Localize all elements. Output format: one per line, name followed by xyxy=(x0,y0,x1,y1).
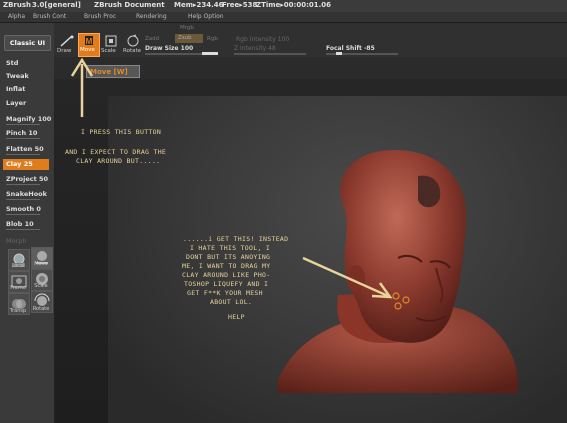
annotation-expect-1: AND I EXPECT TO DRAG THE xyxy=(65,148,167,156)
brush-value: 50 xyxy=(39,175,49,183)
frame-label: Frame xyxy=(10,285,26,291)
draw-size-fill xyxy=(202,52,218,55)
move-tooltip: Move [W] xyxy=(86,65,140,78)
menu-bar: Alpha Brush Cont Brush Proc Rendering He… xyxy=(0,12,567,23)
brush-value: 50 xyxy=(34,145,44,153)
zsub-label: Zsub xyxy=(178,35,192,41)
brush-value: 10 xyxy=(28,129,38,137)
brush-inflat[interactable]: Inflat xyxy=(6,85,25,93)
rotate-mode-icon xyxy=(127,34,139,47)
brush-value: 100 xyxy=(37,115,52,123)
annotation-instead-2: I HATE THIS TOOL, I xyxy=(190,244,271,252)
zadd-button[interactable]: Zadd xyxy=(145,36,159,42)
brush-pinch[interactable]: Pinch 10 xyxy=(6,129,40,139)
brush-label: Inflat xyxy=(6,85,26,93)
annotation-instead-4: ME, I WANT TO DRAG MY xyxy=(182,262,271,270)
brush-label: Layer xyxy=(6,99,27,107)
free-readout: Free▸538 xyxy=(222,1,258,9)
annotation-instead-8: ABOUT LOL. xyxy=(210,298,253,306)
mem-readout: Mem▸234.46 xyxy=(174,1,224,9)
document-viewport[interactable] xyxy=(108,96,567,423)
brush-value: 0 xyxy=(36,205,41,213)
rotate-label: Rotate xyxy=(32,306,50,312)
annotation-help: HELP xyxy=(228,313,245,321)
z-intensity-track[interactable] xyxy=(234,53,306,55)
mrgb-button[interactable]: Mrgb xyxy=(180,25,194,31)
brush-smooth[interactable]: Smooth 0 xyxy=(6,205,41,215)
move-mode-button[interactable]: M Move xyxy=(78,33,100,57)
app-version: 3.0[general] xyxy=(32,1,81,9)
menu-brush-cont[interactable]: Brush Cont xyxy=(33,13,66,20)
brush-label: Std xyxy=(6,59,19,67)
menu-alpha[interactable]: Alpha xyxy=(8,13,25,20)
rgb-button[interactable]: Rgb xyxy=(207,36,218,42)
menu-brush-proc[interactable]: Brush Proc xyxy=(84,13,116,20)
document-name: ZBrush Document xyxy=(94,1,165,9)
brush-label: Smooth xyxy=(6,205,35,213)
annotation-instead-5: CLAY AROUND LIKE PHO- xyxy=(182,271,271,279)
brush-label: Blob xyxy=(6,220,23,228)
brush-value: 10 xyxy=(24,220,34,228)
scale-mode-icon xyxy=(105,35,117,47)
brush-zproject[interactable]: ZProject 50 xyxy=(6,175,49,185)
move-label: Move xyxy=(34,261,48,267)
brush-tweak[interactable]: Tweak xyxy=(6,72,29,80)
move-mode-label: Move xyxy=(80,47,95,53)
draw-label: Draw xyxy=(57,48,72,54)
brush-blob[interactable]: Blob 10 xyxy=(6,220,40,230)
scale-mode-label: Scale xyxy=(101,48,116,54)
app-name: ZBrush xyxy=(3,1,31,9)
brush-label: Pinch xyxy=(6,129,27,137)
brush-label: Clay xyxy=(6,160,22,168)
brush-std[interactable]: Std xyxy=(6,59,18,67)
brush-clay[interactable]: Clay 25 xyxy=(3,159,49,170)
annotation-expect-2: CLAY AROUND BUT..... xyxy=(76,157,161,165)
rgb-intensity-slider[interactable]: Rgb Intensity 100 xyxy=(236,36,289,43)
brush-layer[interactable]: Layer xyxy=(6,99,26,107)
annotation-instead-3: DONT BUT ITS ANOYING xyxy=(186,253,271,261)
left-tool-panel: Classic UI Std Tweak Inflat Layer Magnif… xyxy=(0,23,55,423)
svg-text:M: M xyxy=(86,37,93,46)
local-label: Local xyxy=(11,263,25,269)
zsub-button[interactable]: Zsub xyxy=(175,34,203,43)
draw-icon xyxy=(60,35,74,47)
brush-label: Flatten xyxy=(6,145,33,153)
draw-size-slider[interactable]: Draw Size 100 xyxy=(145,45,193,52)
rotate-mode-label: Rotate xyxy=(123,48,142,54)
ztime-readout: ZTime▸00:00:01.06 xyxy=(256,1,332,9)
annotation-press: I PRESS THIS BUTTON xyxy=(81,128,162,136)
brush-label: Magnify xyxy=(6,115,36,123)
annotation-instead-7: GET F**K YOUR MESH xyxy=(187,289,263,297)
z-intensity-slider[interactable]: Z Intensity 48 xyxy=(234,45,276,52)
top-toolbar: Draw M Move Scale Rotate Zadd Zsub Rgb M… xyxy=(54,23,567,58)
annotation-instead-6: TOSHOP LIQUEFY AND I xyxy=(184,280,269,288)
brush-label: Tweak xyxy=(6,72,29,80)
brush-flatten[interactable]: Flatten 50 xyxy=(6,145,44,155)
brush-value: 25 xyxy=(23,160,33,168)
annotation-instead-1: ......i GET THIS! INSTEAD xyxy=(183,235,289,243)
morph-label: Morph xyxy=(6,237,27,245)
classic-ui-button[interactable]: Classic UI xyxy=(4,35,51,51)
move-mode-icon: M xyxy=(85,36,93,46)
menu-rendering[interactable]: Rendering xyxy=(136,13,167,20)
menu-help-option[interactable]: Help Option xyxy=(188,13,224,20)
focal-shift-fill xyxy=(336,52,342,55)
scale-label: Scale xyxy=(34,283,48,289)
brush-label: SnakeHook xyxy=(6,190,47,198)
brush-label: ZProject xyxy=(6,175,37,183)
brush-magnify[interactable]: Magnify 100 xyxy=(6,115,52,125)
brush-snakehook[interactable]: SnakeHook xyxy=(6,190,47,200)
transp-label: Transp xyxy=(9,308,27,314)
focal-shift-slider[interactable]: Focal Shift -85 xyxy=(326,45,375,52)
